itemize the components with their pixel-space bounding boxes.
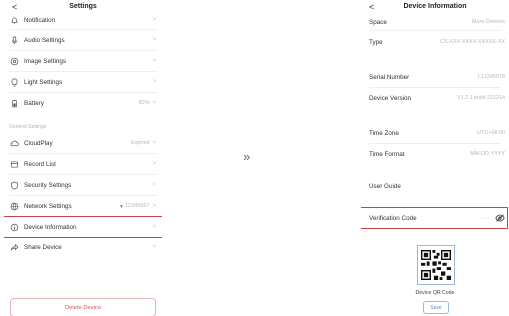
settings-item-image[interactable]: Image Settings > [4,51,162,71]
cloudplay-status: Expired [130,140,150,146]
info-label: Space [369,18,387,26]
settings-item-share-device[interactable]: Share Device > [4,237,162,257]
page-title: Device Information [403,3,467,10]
settings-item-label: Audio Settings [24,36,65,44]
info-row-type: Type CS-XXX-XXXX-XXXXX-XX [361,31,509,53]
settings-item-security[interactable]: Security Settings > [4,175,162,195]
cloud-icon [9,138,19,148]
info-value: UTC+08:00 [477,130,505,136]
settings-item-label: Notification [24,16,56,24]
settings-item-label: Light Settings [24,78,63,86]
info-value: CS-XXX-XXXX-XXXXX-XX [439,39,505,45]
info-row-time-zone[interactable]: Time Zone UTC+08:00 [361,123,509,143]
device-qr-code [417,245,455,285]
wifi-icon: ▾ [119,203,123,210]
chevron-right-icon: > [152,182,156,188]
microphone-icon [9,35,19,45]
settings-item-label: Network Settings [24,202,72,210]
info-icon [9,222,19,232]
section-label: General Settings [9,124,47,130]
share-icon [9,242,19,252]
chevron-right-icon: > [152,79,156,85]
info-label: Type [369,38,383,46]
chevron-right-icon: > [152,203,156,209]
settings-item-light[interactable]: Light Settings > [4,72,162,92]
info-value: L12345678 [478,74,505,80]
info-value: MM-DD-YYYY [470,151,505,157]
info-row-device-version[interactable]: Device Version V1.2.1 build 221214 [361,88,509,108]
settings-item-label: Record List [24,160,56,168]
eye-hidden-icon[interactable] [495,214,505,222]
info-label: Verification Code [369,214,417,222]
chevron-right-icon: > [152,140,156,146]
masked-code: ...... [482,215,491,221]
globe-icon [9,201,19,211]
settings-screen: < Settings Notification > Audio Settings… [4,0,162,316]
settings-item-battery[interactable]: Battery 80% > [4,93,162,113]
device-information-screen: < Device Information Space More Devices … [361,0,509,316]
shield-icon [9,180,19,190]
double-chevron-right-icon: » [243,149,251,164]
info-label: Device Version [369,94,411,102]
network-ssid: 12345667 [125,203,150,209]
chevron-right-icon: > [152,100,156,106]
folder-icon [9,159,19,169]
device-info-topbar: < Device Information [361,0,509,14]
settings-item-audio[interactable]: Audio Settings > [4,30,162,50]
battery-level: 80% [138,100,150,106]
bell-icon [9,15,19,25]
camera-lens-icon [9,56,19,66]
settings-item-label: Security Settings [24,181,72,189]
settings-item-record-list[interactable]: Record List > [4,154,162,174]
settings-item-device-information[interactable]: Device Information > [4,216,162,238]
lightbulb-icon [9,77,19,87]
info-value: V1.2.1 build 221214 [457,95,505,101]
chevron-right-icon: > [152,17,156,23]
info-label: Time Format [369,150,405,158]
settings-item-cloudplay[interactable]: CloudPlay Expired > [4,133,162,153]
info-value: More Devices [472,19,505,25]
save-button[interactable]: Save [423,301,449,314]
settings-item-label: CloudPlay [24,139,53,147]
chevron-right-icon: > [152,37,156,43]
info-label: Time Zone [369,129,399,137]
settings-item-label: Share Device [24,243,62,251]
chevron-right-icon: > [152,161,156,167]
page-title: Settings [69,3,97,10]
qr-caption: Device QR Code [415,290,455,296]
info-row-user-guide[interactable]: User Guide [361,176,509,196]
info-row-space[interactable]: Space More Devices [361,14,509,30]
chevron-right-icon: > [152,58,156,64]
settings-item-label: Image Settings [24,57,67,65]
info-label: Serial Number [369,73,410,81]
chevron-right-icon: > [152,244,156,250]
delete-device-button[interactable]: Delete Device [10,298,156,316]
info-row-time-format[interactable]: Time Format MM-DD-YYYY [361,144,509,164]
info-row-serial-number: Serial Number L12345678 [361,67,509,87]
settings-item-label: Device Information [24,223,77,231]
chevron-right-icon: > [152,224,156,230]
battery-icon [9,98,19,108]
info-row-verification-code[interactable]: Verification Code ...... [361,207,508,229]
info-label: User Guide [369,182,401,190]
settings-item-notification[interactable]: Notification > [4,11,162,29]
settings-item-label: Battery [24,99,44,107]
settings-item-network[interactable]: Network Settings ▾ 12345667 > [4,196,162,216]
qr-code-icon [421,250,451,280]
